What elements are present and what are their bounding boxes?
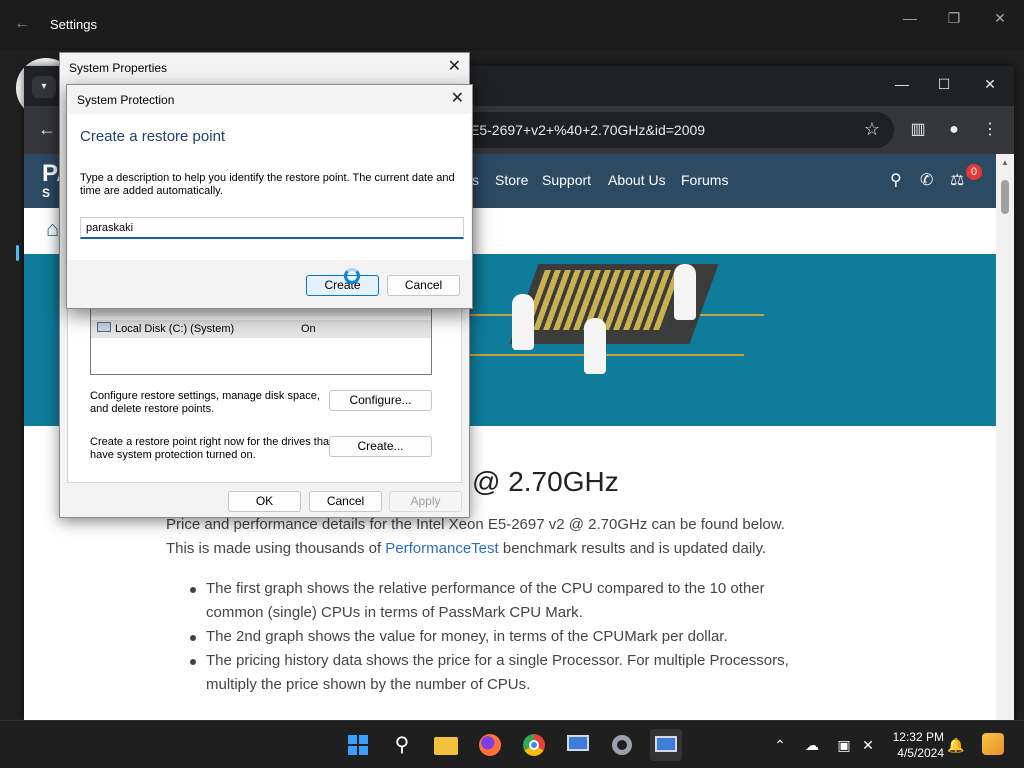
profile-icon[interactable]: ● [944, 120, 964, 140]
list-item: The 2nd graph shows the value for money,… [206, 628, 728, 645]
file-explorer-button[interactable] [430, 729, 462, 761]
clock-time: 12:32 PM [892, 730, 944, 744]
back-arrow-icon[interactable]: ← [38, 119, 56, 139]
table-row[interactable]: Local Disk (C:) (System) On [91, 320, 431, 338]
create-button[interactable]: Create [306, 275, 379, 296]
system-properties-button[interactable] [650, 729, 682, 761]
bell-icon[interactable]: 🔔 [946, 735, 966, 755]
bookmark-star-icon[interactable]: ☆ [864, 119, 880, 139]
cleanroom-worker-figure [512, 294, 534, 350]
create-description: have system protection turned on. [90, 449, 256, 461]
list-item: The pricing history data shows the price… [206, 652, 789, 669]
dialog-title: System Protection [77, 93, 175, 107]
drive-icon [97, 322, 111, 332]
start-button[interactable] [342, 729, 374, 761]
side-panel-icon[interactable]: ▥ [908, 120, 928, 140]
system-window-button[interactable] [562, 729, 594, 761]
chrome-button[interactable] [518, 729, 550, 761]
configure-description: and delete restore points. [90, 403, 215, 415]
drive-name: Local Disk (C:) (System) [115, 323, 235, 335]
system-protection-dialog: System Protection ✕ Create a restore poi… [66, 84, 473, 309]
apply-button[interactable]: Apply [389, 491, 462, 512]
available-drives-list[interactable]: Available Drives Protection Local Disk (… [90, 300, 432, 375]
settings-title: Settings [50, 17, 97, 32]
browser-close-icon[interactable]: ✕ [978, 76, 1002, 93]
cleanroom-worker-figure [584, 318, 606, 374]
list-bullet [190, 659, 198, 667]
nav-item-partial[interactable]: s [472, 172, 479, 188]
settings-title-bar: ← Settings — ❐ ✕ [0, 0, 1024, 50]
display-icon[interactable]: ▣ [834, 735, 854, 755]
list-bullet [190, 635, 198, 643]
dialog-heading: Create a restore point [80, 128, 226, 145]
folder-icon [434, 737, 458, 755]
compare-icon[interactable]: ⚖ [950, 170, 964, 190]
firefox-button[interactable] [474, 729, 506, 761]
list-item: multiply the price shown by the number o… [206, 676, 531, 693]
phone-icon[interactable]: ✆ [920, 170, 933, 190]
performancetest-link[interactable]: PerformanceTest [385, 540, 498, 557]
windows-logo-icon [348, 735, 368, 755]
nav-item-forums[interactable]: Forums [681, 172, 728, 188]
dialog-title: System Properties [69, 61, 168, 75]
close-icon[interactable]: ✕ [448, 57, 461, 77]
monitor-icon [655, 736, 677, 752]
settings-nav-indicator [16, 245, 19, 261]
page-title: @ 2.70GHz [472, 466, 619, 497]
configure-button[interactable]: Configure... [329, 390, 432, 411]
clock[interactable]: 12:32 PM 4/5/2024 [884, 729, 944, 761]
chrome-icon-center [529, 740, 539, 750]
copilot-icon[interactable] [982, 733, 1004, 755]
configure-description: Configure restore settings, manage disk … [90, 390, 320, 402]
settings-close-icon[interactable]: ✕ [990, 8, 1010, 28]
list-item: The first graph shows the relative perfo… [206, 580, 765, 597]
home-icon[interactable]: ⌂ [46, 216, 59, 242]
gear-icon [612, 735, 632, 755]
dialog-body: Create a restore point Type a descriptio… [68, 114, 471, 260]
chevron-up-icon[interactable]: ⌃ [770, 735, 790, 755]
cancel-button[interactable]: Cancel [309, 491, 382, 512]
browser-minimize-icon[interactable]: — [890, 76, 914, 92]
volume-muted-icon[interactable]: ✕ [858, 735, 878, 755]
settings-back-icon[interactable]: ← [14, 14, 34, 34]
tab-search-chevron-icon[interactable]: ▾ [32, 76, 56, 98]
intro-text: benchmark results and is updated daily. [498, 540, 767, 557]
compare-count-badge: 0 [966, 164, 982, 180]
cancel-button[interactable]: Cancel [387, 275, 460, 296]
nav-item-support[interactable]: Support [542, 172, 591, 188]
ok-button[interactable]: OK [228, 491, 301, 512]
create-button[interactable]: Create... [329, 436, 432, 457]
create-description: Create a restore point right now for the… [90, 436, 333, 448]
busy-spinner-icon [344, 268, 360, 284]
scroll-up-icon[interactable]: ▲ [1001, 158, 1009, 167]
page-scrollbar[interactable]: ▲ [996, 154, 1014, 720]
settings-maximize-icon[interactable]: ❐ [944, 8, 964, 28]
monitor-icon [567, 735, 589, 751]
cloud-icon[interactable]: ☁ [802, 735, 822, 755]
cleanroom-worker-figure [674, 264, 696, 320]
intro-text: This is made using thousands of [166, 540, 386, 557]
chrome-menu-icon[interactable]: ⋮ [980, 120, 1000, 140]
browser-maximize-icon[interactable]: ☐ [932, 76, 956, 93]
list-bullet [190, 587, 198, 595]
restore-point-description-input[interactable] [80, 217, 464, 239]
scrollbar-thumb[interactable] [1001, 180, 1009, 214]
list-item: common (single) CPUs in terms of PassMar… [206, 604, 583, 621]
taskbar-search-button[interactable]: ⚲ [386, 729, 418, 761]
clock-date: 4/5/2024 [897, 746, 944, 760]
settings-button[interactable] [606, 729, 638, 761]
intro-line-2: This is made using thousands of Performa… [166, 540, 766, 557]
drive-protection-status: On [301, 323, 316, 335]
search-icon: ⚲ [394, 734, 410, 756]
firefox-icon [479, 734, 501, 756]
nav-item-store[interactable]: Store [495, 172, 528, 188]
taskbar: ⚲ ⌃ ☁ ▣ ✕ 12:32 PM 4/5/2024 🔔 [0, 720, 1024, 768]
intro-line-1: Price and performance details for the In… [166, 516, 785, 533]
address-url[interactable]: E5-2697+v2+%40+2.70GHz&id=2009 [470, 122, 705, 138]
dialog-description: Type a description to help you identify … [80, 172, 455, 197]
nav-item-about-us[interactable]: About Us [608, 172, 666, 188]
close-icon[interactable]: ✕ [451, 89, 464, 109]
settings-minimize-icon[interactable]: — [900, 8, 920, 28]
search-icon[interactable]: ⚲ [890, 170, 902, 190]
